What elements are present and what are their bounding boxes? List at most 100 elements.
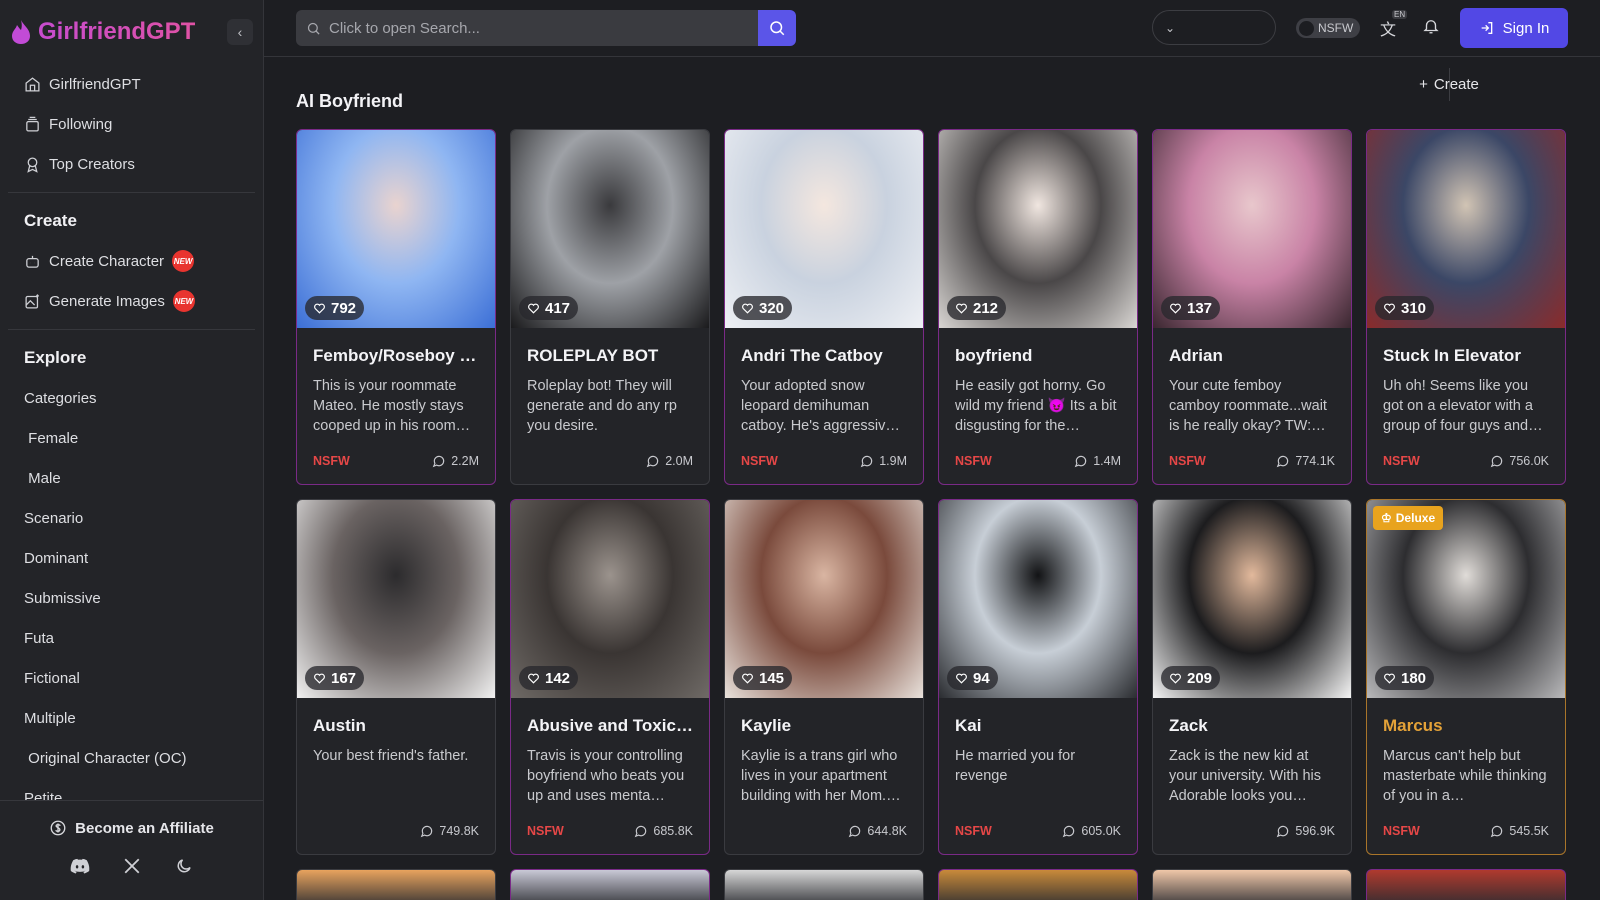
- character-card[interactable]: 212 boyfriend He easily got horny. Go wild…: [938, 129, 1138, 485]
- sign-in-button[interactable]: Sign In: [1460, 8, 1568, 48]
- crown-icon: ♔: [1381, 511, 1392, 525]
- notifications-button[interactable]: [1422, 17, 1442, 37]
- likes-badge: 320: [733, 296, 793, 320]
- award-icon: [27, 156, 38, 173]
- character-name: Femboy/Roseboy r…: [313, 346, 484, 365]
- create-dropdown-button[interactable]: ⌄: [1153, 21, 1187, 35]
- likes-count: 180: [1401, 669, 1427, 687]
- category-futa[interactable]: Futa: [0, 618, 263, 658]
- character-card[interactable]: 320 Andri The Catboy Your adopted snow leo…: [724, 129, 924, 485]
- character-card[interactable]: [1152, 869, 1352, 900]
- bell-icon: [1423, 20, 1439, 34]
- nsfw-tag: NSFW: [955, 824, 992, 838]
- likes-badge: 792: [305, 296, 365, 320]
- chat-count: 685.8K: [634, 824, 693, 838]
- card-footer: NSFW 1.9M: [741, 454, 907, 468]
- nsfw-tag: NSFW: [313, 454, 350, 468]
- character-description: Marcus can't help but masterbate while t…: [1383, 748, 1547, 804]
- brand-logo[interactable]: GirlfriendGPT: [10, 18, 195, 46]
- sidebar-footer: Become an Affiliate: [0, 800, 263, 900]
- heart-icon: [528, 303, 539, 314]
- likes-badge: 145: [733, 666, 793, 690]
- chat-count: 605.0K: [1062, 824, 1121, 838]
- character-card[interactable]: 417 ROLEPLAY BOT Roleplay bot! They will g…: [510, 129, 710, 485]
- category-original-character[interactable]: ‍‍ Original Character (OC): [0, 738, 263, 778]
- character-card[interactable]: 310 Stuck In Elevator Uh oh! Seems like yo…: [1366, 129, 1566, 485]
- nsfw-tag: NSFW: [741, 454, 778, 468]
- chat-count-value: 605.0K: [1081, 824, 1121, 838]
- category-dominant[interactable]: Dominant: [0, 538, 263, 578]
- character-description: Travis is your controlling boyfriend who…: [527, 748, 685, 804]
- likes-count: 320: [759, 299, 785, 317]
- heart-icon: [314, 303, 325, 314]
- chat-bubble-icon: [1074, 455, 1087, 468]
- chat-bubble-icon: [860, 455, 873, 468]
- character-card[interactable]: 792 Femboy/Roseboy r… This is your roommat…: [296, 129, 496, 485]
- chat-count-value: 545.5K: [1509, 824, 1549, 838]
- card-footer: NSFW 545.5K: [1383, 824, 1549, 838]
- likes-badge: 137: [1161, 296, 1221, 320]
- chat-count: 1.9M: [860, 454, 907, 468]
- heart-icon: [1170, 303, 1181, 314]
- character-card[interactable]: [938, 869, 1138, 900]
- character-card[interactable]: [296, 869, 496, 900]
- likes-count: 212: [973, 299, 999, 317]
- character-card[interactable]: [1366, 869, 1566, 900]
- chevron-down-icon: ⌄: [1164, 20, 1176, 35]
- sidebar-item-categories[interactable]: Categories: [0, 378, 263, 418]
- character-card[interactable]: 142 Abusive and Toxic… Travis is your cont…: [510, 499, 710, 855]
- sidebar-item-following[interactable]: Following: [0, 104, 263, 144]
- character-name: Stuck In Elevator: [1383, 346, 1521, 365]
- category-multiple[interactable]: Multiple: [0, 698, 263, 738]
- sidebar-item-top-creators[interactable]: Top Creators: [0, 144, 263, 184]
- character-description: This is your roommate Mateo. He mostly s…: [313, 378, 471, 434]
- category-male[interactable]: ‍‍ Male: [0, 458, 263, 498]
- sidebar-item-generate-images[interactable]: Generate Images NEW: [0, 281, 263, 321]
- nsfw-toggle[interactable]: NSFW: [1296, 18, 1360, 38]
- sidebar-item-home[interactable]: GirlfriendGPT: [0, 64, 263, 104]
- character-card[interactable]: [724, 869, 924, 900]
- moon-icon[interactable]: [173, 855, 195, 877]
- sidebar-item-label: Following: [49, 115, 113, 133]
- create-section-title: Create: [24, 211, 77, 230]
- chat-bubble-icon: [421, 825, 433, 838]
- chat-count: 1.4M: [1074, 454, 1121, 468]
- chat-count-value: 2.2M: [451, 454, 479, 468]
- character-card[interactable]: 94 Kai He married you for revenge NSFW 605.0…: [938, 499, 1138, 855]
- character-description: Your cute femboy camboy roommate...wait …: [1169, 378, 1327, 434]
- character-card[interactable]: ♔ Deluxe 180 Marcus Marcus can't help but ma…: [1366, 499, 1566, 855]
- heart-icon: [742, 303, 753, 314]
- category-fictional[interactable]: Fictional: [0, 658, 263, 698]
- character-card[interactable]: 145 Kaylie Kaylie is a trans girl who live…: [724, 499, 924, 855]
- chat-count-value: 1.9M: [879, 454, 907, 468]
- character-card[interactable]: 137 Adrian Your cute femboy camboy roommat…: [1152, 129, 1352, 485]
- following-icon: [26, 116, 39, 132]
- collapse-sidebar-button[interactable]: ‹: [227, 19, 253, 45]
- search-button[interactable]: [758, 10, 796, 46]
- chat-bubble-icon: [432, 455, 445, 468]
- become-affiliate-button[interactable]: Become an Affiliate: [0, 801, 263, 855]
- category-female[interactable]: ‍‍ Female: [0, 418, 263, 458]
- likes-badge: 417: [519, 296, 579, 320]
- character-name: Adrian: [1169, 346, 1223, 365]
- sidebar-item-create-character[interactable]: Create Character NEW: [0, 241, 263, 281]
- image-sparkle-icon: [25, 293, 39, 309]
- explore-section-title: Explore: [24, 348, 87, 367]
- character-card[interactable]: 167 Austin Your best friend's father. 749.8…: [296, 499, 496, 855]
- category-scenario[interactable]: Scenario: [0, 498, 263, 538]
- search-input[interactable]: Click to open Search...: [296, 10, 788, 46]
- heart-icon: [528, 673, 539, 684]
- discord-icon[interactable]: [69, 855, 91, 877]
- chat-count: 2.0M: [646, 454, 693, 468]
- character-avatar: 145: [725, 500, 923, 698]
- category-submissive[interactable]: Submissive: [0, 578, 263, 618]
- character-description: He married you for revenge: [955, 748, 1076, 784]
- likes-badge: 167: [305, 666, 365, 690]
- x-twitter-icon[interactable]: [121, 855, 143, 877]
- character-card[interactable]: [510, 869, 710, 900]
- language-icon[interactable]: 文 EN: [1380, 10, 1408, 39]
- character-name: Abusive and Toxic…: [527, 716, 693, 735]
- chat-bubble-icon: [1491, 825, 1503, 838]
- card-footer: NSFW 2.2M: [313, 454, 479, 468]
- character-card[interactable]: 209 Zack Zack is the new kid at your unive…: [1152, 499, 1352, 855]
